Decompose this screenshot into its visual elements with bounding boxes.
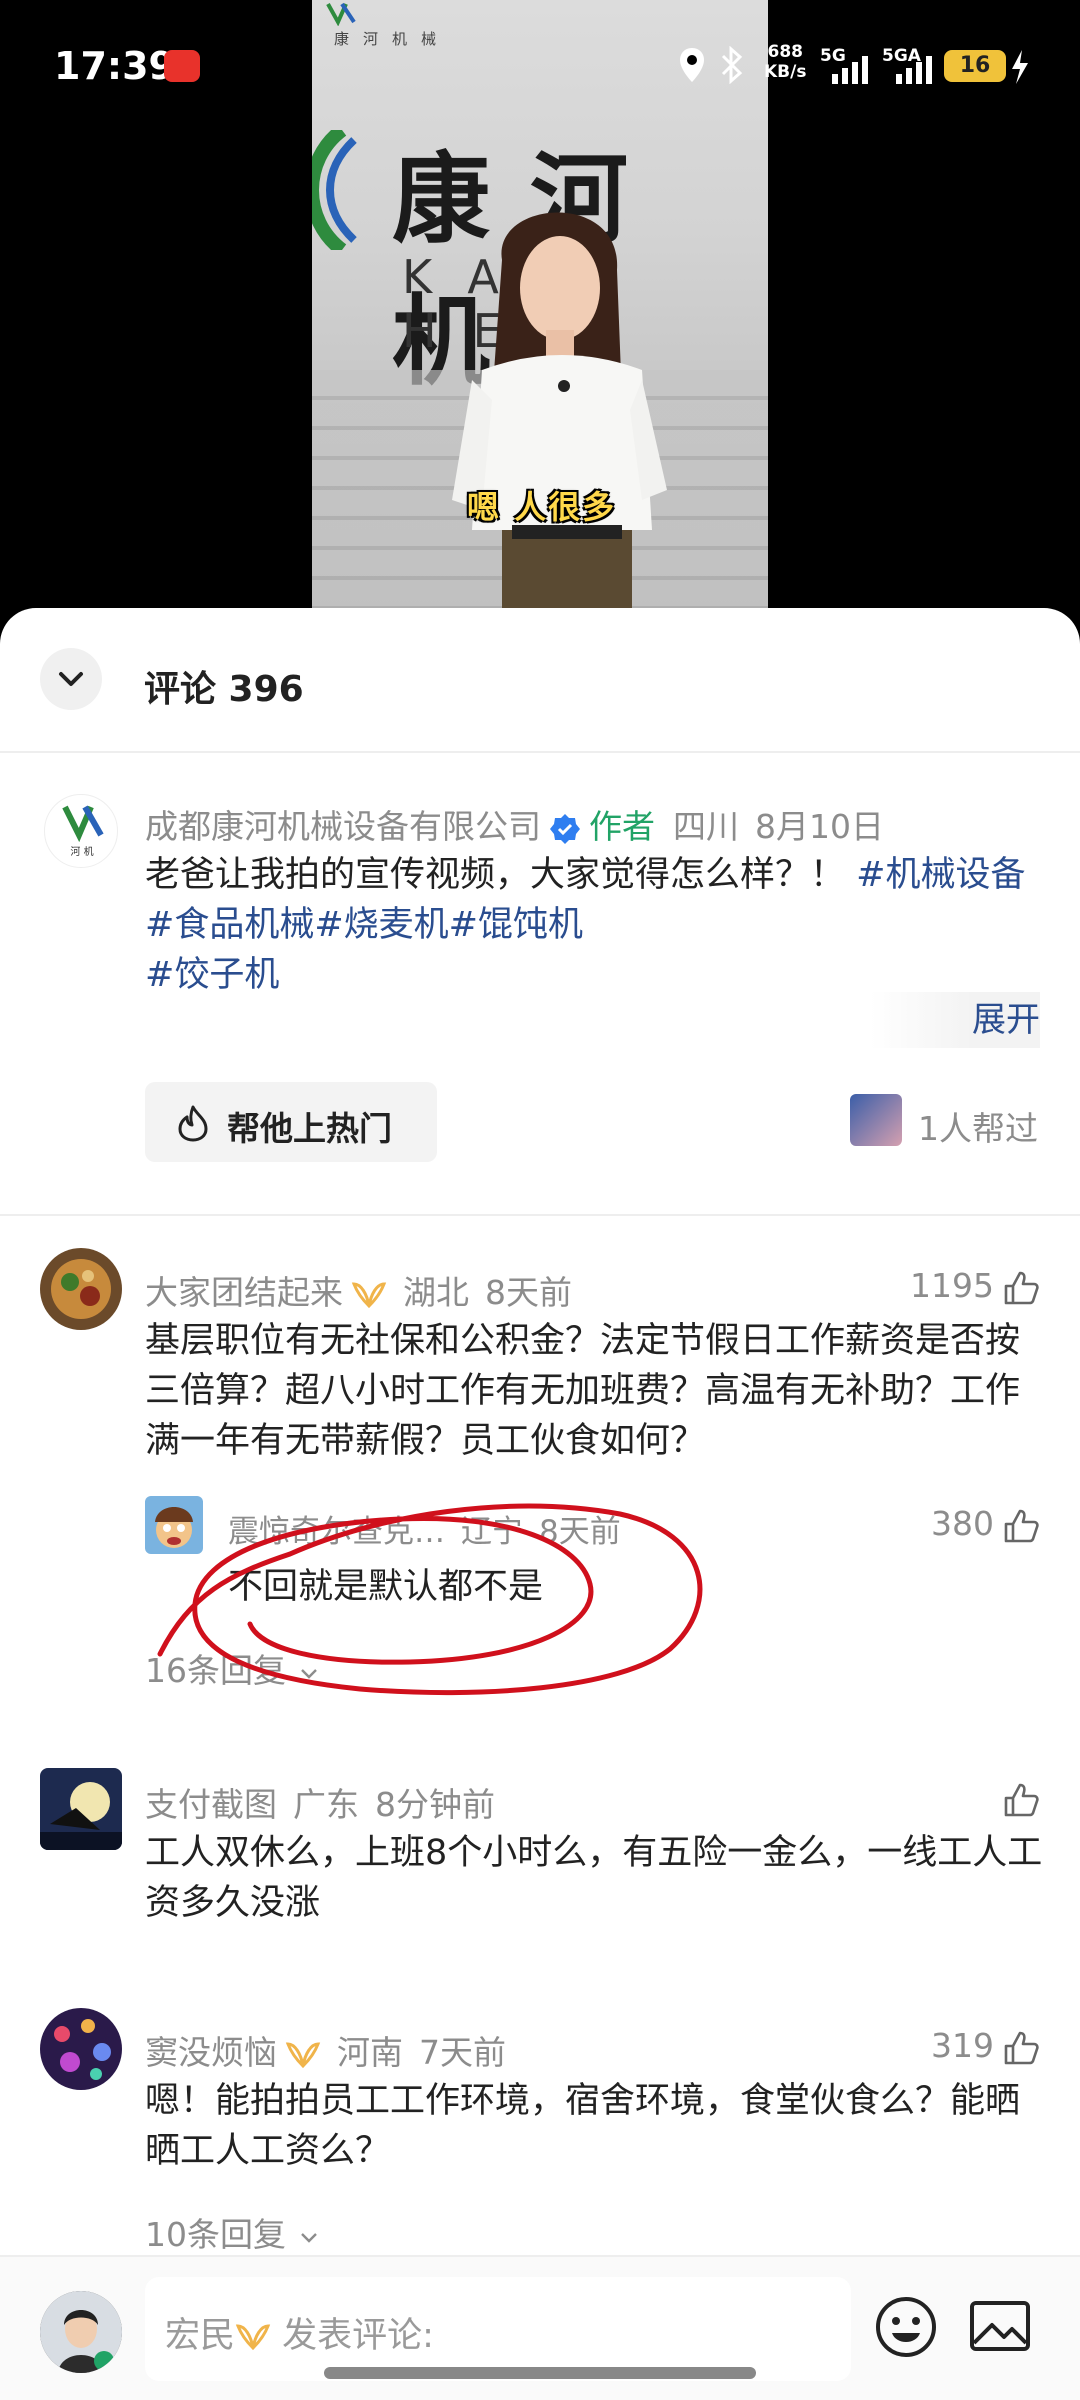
reply-username[interactable]: 震惊奇尔查克… xyxy=(228,1514,445,1550)
comment-username[interactable]: 窦没烦恼 xyxy=(145,2033,277,2072)
comment-avatar[interactable] xyxy=(40,1768,122,1850)
author-tag: 作者 xyxy=(589,807,655,846)
food-avatar-image xyxy=(40,1248,122,1330)
hashtag-link[interactable]: #食品机械 xyxy=(145,905,314,945)
comment-text: 工人双休么，上班8个小时么，有五险一金么，一线工人工资多久没涨 xyxy=(145,1833,1043,1923)
author-post: 河 机 成都康河机械设备有限公司 作者 四川 8月10日 老爸让我拍的宣传视频，大家… xyxy=(0,754,1080,1216)
helpers-info[interactable]: 1人帮过 xyxy=(850,1094,1040,1150)
lights-avatar-image xyxy=(40,2008,122,2090)
author-date: 8月10日 xyxy=(755,807,884,846)
image-icon[interactable] xyxy=(968,2297,1032,2357)
thumbs-up-icon xyxy=(1004,1783,1039,1816)
view-replies-link[interactable]: 10条回复 xyxy=(145,2208,321,2256)
hashtag-link[interactable]: #烧麦机 xyxy=(314,905,448,945)
svg-text:河 机: 河 机 xyxy=(70,845,93,858)
reply-time: 8天前 xyxy=(539,1514,621,1550)
reply-location: 辽宁 xyxy=(461,1514,523,1550)
chevron-down-icon xyxy=(300,2232,317,2243)
comment-input[interactable]: 宏民 发表评论: xyxy=(145,2277,851,2381)
collapse-button[interactable] xyxy=(40,648,102,710)
user-avatar-image xyxy=(40,2291,122,2373)
video-player[interactable]: 康河机械 康河机 KA HEJ 嗯 人很多 17:39 688 KB/s 5G … xyxy=(0,0,1080,640)
expand-link[interactable]: 展开 xyxy=(972,1000,1040,1040)
comment-username[interactable]: 大家团结起来 xyxy=(145,1273,343,1312)
chevron-down-icon xyxy=(59,672,83,686)
comment-input-placeholder: 宏民 发表评论: xyxy=(165,2316,434,2356)
like-count: 1195 xyxy=(910,1266,994,1305)
comment-avatar[interactable] xyxy=(40,1248,122,1330)
chevron-down-icon xyxy=(300,1668,317,1679)
reply-like-count: 380 xyxy=(931,1504,994,1543)
comment-time: 8分钟前 xyxy=(375,1785,495,1824)
helper-avatar xyxy=(850,1094,902,1146)
boost-button-label: 帮他上热门 xyxy=(227,1109,392,1148)
vip-badge-icon xyxy=(235,2324,271,2351)
hashtag-link[interactable]: #机械设备 xyxy=(856,855,1025,895)
comment-meta: 支付截图 广东 8分钟前 xyxy=(145,1778,495,1826)
comments-sheet: 评论 396 河 机 成都康河机械设备有限公司 作者 四川 8月10日 老爸让我拍的… xyxy=(0,608,1080,2400)
cartoon-avatar-image xyxy=(145,1496,203,1554)
thumbs-up-icon xyxy=(1004,2031,1039,2064)
network-speed: 688 KB/s xyxy=(764,42,807,82)
helpers-count: 1人帮过 xyxy=(918,1109,1038,1148)
emoji-icon[interactable] xyxy=(874,2295,938,2359)
vip-badge-icon xyxy=(351,1281,387,1308)
location-icon xyxy=(680,48,704,82)
charging-icon xyxy=(1012,50,1028,84)
hashtag-link[interactable]: #饺子机 xyxy=(145,955,279,995)
like-button[interactable]: 319 xyxy=(931,2026,1040,2067)
reply-meta: 震惊奇尔查克… 辽宁 8天前 xyxy=(228,1506,621,1551)
like-button[interactable]: 1195 xyxy=(910,1266,1040,1307)
battery-indicator: 16 xyxy=(944,50,1006,82)
comment-text: 基层职位有无社保和公积金？法定节假日工作薪资是否按三倍算？超八小时工作有无加班费… xyxy=(145,1321,1021,1461)
brand-mark-icon xyxy=(312,130,357,250)
night-scene-avatar-image xyxy=(40,1768,122,1850)
verified-badge-icon xyxy=(550,813,580,844)
comments-count-title: 评论 396 xyxy=(144,669,304,710)
comment-meta: 窦没烦恼 河南 7天前 xyxy=(145,2026,506,2074)
like-button[interactable] xyxy=(994,1778,1040,1819)
comment-location: 广东 xyxy=(293,1785,359,1824)
vip-badge-icon xyxy=(285,2041,321,2068)
company-logo-icon: 河 机 xyxy=(62,805,104,858)
reply-like-button[interactable]: 380 xyxy=(931,1504,1040,1545)
comment-location: 河南 xyxy=(337,2033,403,2072)
comment-username[interactable]: 支付截图 xyxy=(145,1785,277,1824)
signal-1-icon xyxy=(832,56,868,84)
video-caption: 嗯 人很多 xyxy=(467,488,617,526)
author-post-text: 老爸让我拍的宣传视频，大家觉得怎么样？！ #机械设备#食品机械#烧麦机#馄饨机 … xyxy=(145,855,1026,995)
home-indicator[interactable] xyxy=(324,2367,756,2379)
author-meta: 成都康河机械设备有限公司 作者 四川 8月10日 xyxy=(145,800,884,848)
reply-avatar[interactable] xyxy=(145,1496,203,1554)
thumbs-up-icon xyxy=(1004,1271,1039,1304)
comment-text: 嗯！能拍拍员工工作环境，宿舍环境，食堂伙食么？能晒晒工人工资么？ xyxy=(145,2081,1021,2171)
status-time: 17:39 xyxy=(54,44,175,88)
signal-2-icon xyxy=(896,56,932,84)
view-replies-link[interactable]: 16条回复 xyxy=(145,1644,321,1692)
presenter-figure xyxy=(452,212,667,610)
comment-meta: 大家团结起来 湖北 8天前 xyxy=(145,1266,572,1314)
status-bar: 17:39 688 KB/s 5G 5GA 16 xyxy=(0,0,1080,120)
author-name[interactable]: 成都康河机械设备有限公司 xyxy=(145,807,541,846)
comments-header: 评论 396 xyxy=(0,608,1080,753)
comment-time: 8天前 xyxy=(485,1273,572,1312)
comment-time: 7天前 xyxy=(419,2033,506,2072)
expand-control[interactable]: 展开 xyxy=(870,992,1040,1048)
author-avatar[interactable]: 河 机 xyxy=(44,794,118,868)
flame-icon xyxy=(178,1105,208,1142)
my-avatar[interactable] xyxy=(40,2291,122,2373)
boost-button[interactable]: 帮他上热门 xyxy=(145,1082,437,1162)
comment-location: 湖北 xyxy=(403,1273,469,1312)
reply-text: 不回就是默认都不是 xyxy=(228,1567,544,1607)
hashtag-link[interactable]: #馄饨机 xyxy=(449,905,583,945)
thumbs-up-icon xyxy=(1004,1509,1039,1542)
bluetooth-icon xyxy=(721,46,743,84)
app-notification-icon xyxy=(164,50,200,82)
comment-avatar[interactable] xyxy=(40,2008,122,2090)
like-count: 319 xyxy=(931,2026,994,2065)
author-location: 四川 xyxy=(673,807,739,846)
